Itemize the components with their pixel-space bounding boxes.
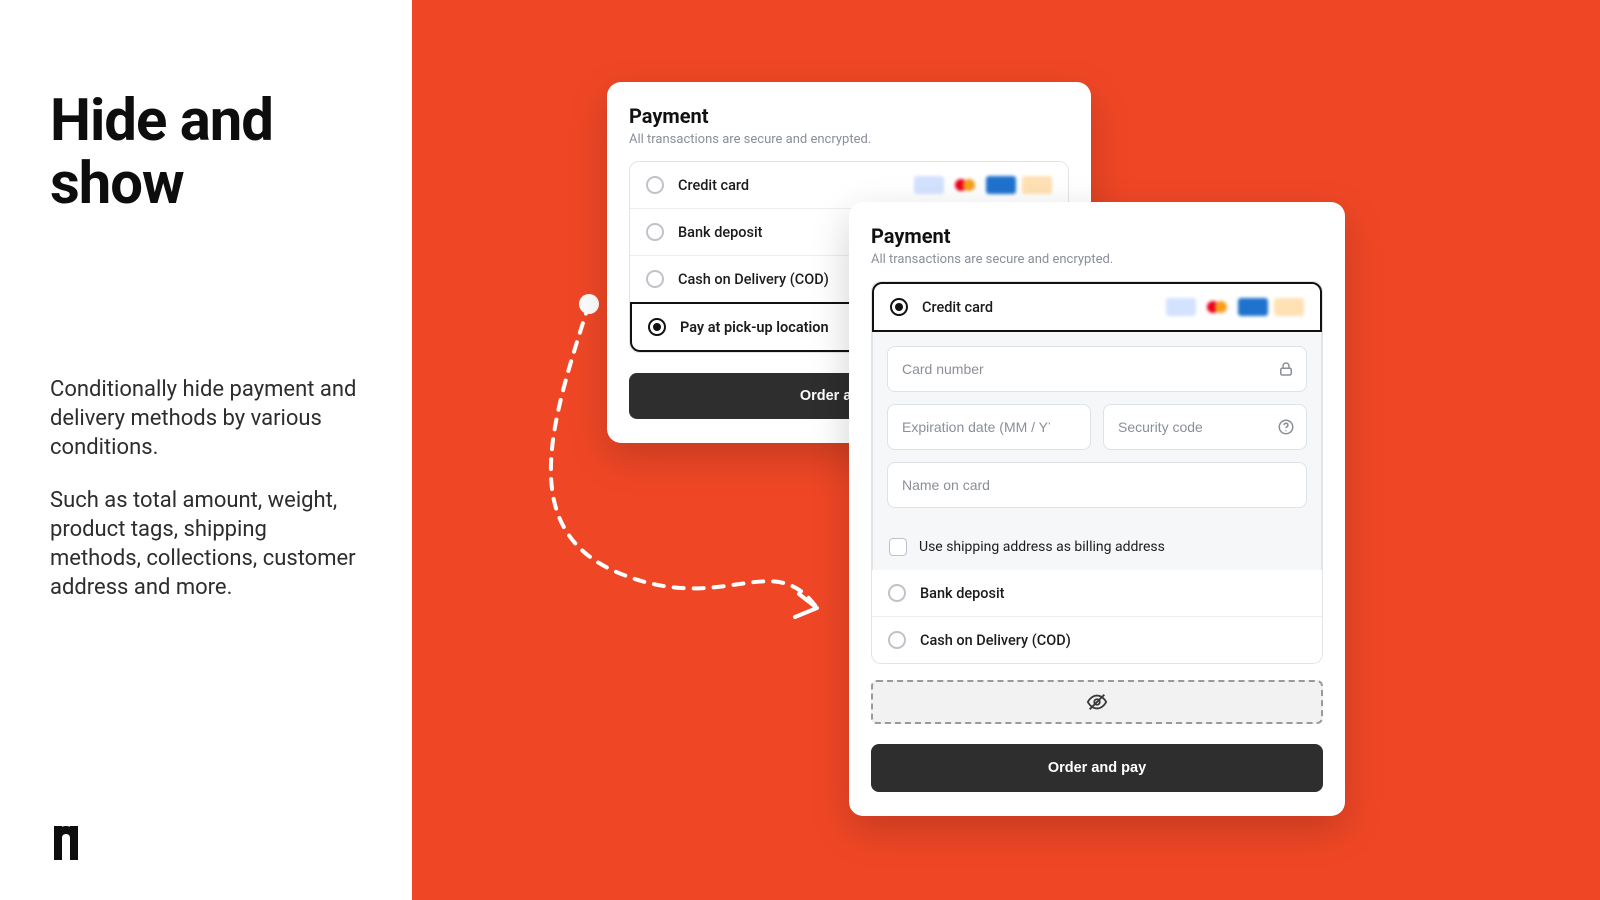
radio-icon	[646, 270, 664, 288]
hidden-method-placeholder	[871, 680, 1323, 724]
option-label: Cash on Delivery (COD)	[678, 271, 829, 288]
card-brand-logos-icon	[1166, 298, 1304, 316]
use-shipping-checkbox-row[interactable]: Use shipping address as billing address	[872, 524, 1322, 570]
radio-icon	[888, 584, 906, 602]
option-label: Bank deposit	[920, 585, 1005, 602]
checkbox-icon	[889, 538, 907, 556]
description-p2: Such as total amount, weight, product ta…	[50, 486, 362, 602]
option-label: Bank deposit	[678, 224, 763, 241]
option-label: Pay at pick-up location	[680, 319, 829, 336]
card-brand-logos-icon	[914, 176, 1052, 194]
description: Conditionally hide payment and delivery …	[50, 375, 362, 602]
brand-logo-icon	[50, 826, 82, 860]
option-label: Cash on Delivery (COD)	[920, 632, 1071, 649]
radio-icon	[890, 298, 908, 316]
lock-icon	[1277, 360, 1295, 378]
name-input[interactable]	[887, 462, 1307, 508]
card-number-field	[887, 346, 1307, 392]
description-p1: Conditionally hide payment and delivery …	[50, 375, 362, 462]
option-label: Credit card	[678, 177, 749, 194]
headline: Hide and show	[50, 90, 362, 215]
option-credit-card[interactable]: Credit card	[872, 282, 1322, 332]
option-bank-deposit[interactable]: Bank deposit	[872, 570, 1322, 616]
expiry-field	[887, 404, 1091, 450]
radio-icon	[646, 223, 664, 241]
credit-card-form	[872, 332, 1322, 524]
order-pay-button[interactable]: Order and pay	[871, 744, 1323, 792]
expiry-input[interactable]	[887, 404, 1091, 450]
payment-options: Credit card	[871, 281, 1323, 664]
stage: Payment All transactions are secure and …	[412, 0, 1600, 900]
radio-icon	[888, 631, 906, 649]
payment-card-after: Payment All transactions are secure and …	[849, 202, 1345, 816]
card-subtitle: All transactions are secure and encrypte…	[871, 252, 1323, 267]
checkbox-label: Use shipping address as billing address	[919, 539, 1165, 555]
card-title: Payment	[871, 224, 1323, 248]
card-number-input[interactable]	[887, 346, 1307, 392]
option-cod[interactable]: Cash on Delivery (COD)	[872, 616, 1322, 663]
help-icon[interactable]	[1277, 418, 1295, 436]
option-label: Credit card	[922, 299, 993, 316]
card-subtitle: All transactions are secure and encrypte…	[629, 132, 1069, 147]
connector-start-dot-icon	[579, 294, 599, 314]
eye-off-icon	[1086, 691, 1108, 713]
radio-icon	[646, 176, 664, 194]
radio-icon	[648, 318, 666, 336]
payment-options-group: Credit card	[871, 281, 1323, 664]
info-panel: Hide and show Conditionally hide payment…	[0, 0, 412, 900]
name-field	[887, 462, 1307, 508]
cvc-field	[1103, 404, 1307, 450]
card-title: Payment	[629, 104, 1069, 128]
